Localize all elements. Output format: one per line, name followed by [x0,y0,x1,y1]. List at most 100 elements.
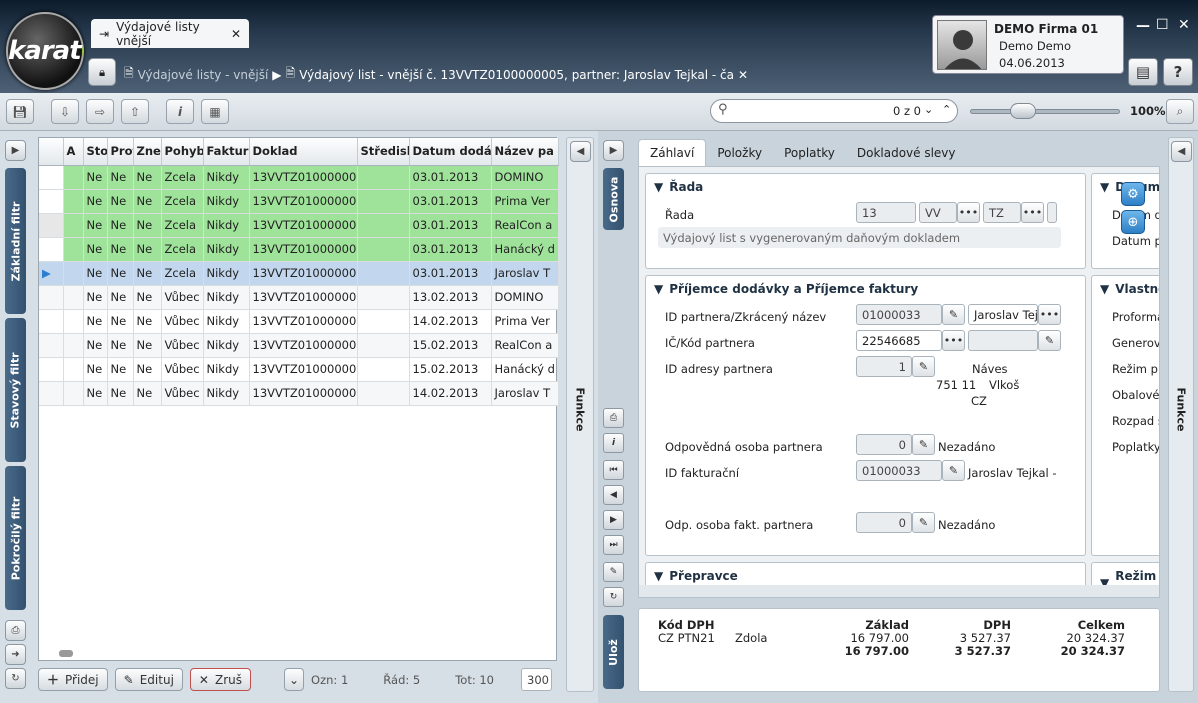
detail-h-scroll[interactable] [639,585,1159,597]
first-record-button[interactable]: ⏮ [603,460,624,480]
collapse-right-button[interactable]: ◀ [1171,141,1192,162]
column-header[interactable]: Středisko [357,138,410,166]
layout-button[interactable]: ▤ [1128,58,1158,86]
collapse-left-button[interactable]: ◀ [570,141,591,162]
rada-year-input[interactable]: 13 [856,202,916,223]
partner-id-input[interactable]: 01000033 [856,304,942,325]
address-id-input[interactable]: 1 [856,356,912,377]
row-marker[interactable] [39,381,64,406]
edit-button[interactable]: ✎ Edituj [114,668,183,691]
info-button[interactable]: i [166,99,194,124]
report-button[interactable]: ▦ [201,99,229,124]
partner-id-edit[interactable]: ✎ [942,304,965,325]
row-marker[interactable] [39,189,64,214]
zoom-reset-button[interactable]: ⌕ [1166,99,1194,124]
row-marker[interactable] [39,285,64,310]
row-marker[interactable] [39,357,64,382]
tab-polozky[interactable]: Položky [706,139,773,166]
partner-code-edit[interactable]: ✎ [1038,330,1061,351]
rada-type-lookup[interactable]: ••• [957,202,980,223]
refresh-record-button[interactable]: ↻ [603,587,624,607]
next-record-button[interactable]: ▶ [603,510,624,530]
edit-record-button[interactable]: ✎ [603,562,624,582]
table-row[interactable]: NeNeNeVůbecNikdy13VVTZ010000000815.02.20… [39,333,559,358]
tab-poplatky[interactable]: Poplatky [773,139,846,166]
save-record-tab[interactable]: Ulož [603,615,624,689]
collapse-rada-icon[interactable]: ▼ [654,180,663,194]
breadcrumb-document[interactable]: Výdajový list - vnější č. 13VVTZ01000000… [299,68,734,82]
save-tool-button[interactable]: 💾︎ [6,99,34,124]
page-size-input[interactable]: 300 [521,668,552,691]
column-header[interactable]: Datum dodávk [409,138,492,166]
column-header[interactable]: Pohyb [161,138,204,166]
grid-h-scroll[interactable] [59,650,73,657]
funkce-panel-right[interactable]: ◀ Funkce [1168,137,1194,692]
cancel-button[interactable]: ✕ Zruš [189,668,251,691]
column-header[interactable]: Doklad [249,138,358,166]
column-header[interactable] [39,138,64,166]
filter-basic[interactable]: Základní filtr [5,168,26,314]
breadcrumb-list[interactable]: Výdajové listy - vnější [138,68,269,82]
settings-float-button[interactable]: ⚙ [1121,182,1145,206]
minimize-button[interactable]: — [1136,18,1150,34]
table-row[interactable]: NeNeNeZcelaNikdy13VVTZ010000000303.01.20… [39,213,559,238]
row-marker[interactable] [39,309,64,334]
invoice-id-input[interactable]: 01000033 [856,460,942,481]
export-button[interactable]: ⇧ [121,99,149,124]
help-button[interactable]: ? [1163,58,1193,86]
last-record-button[interactable]: ⏭ [603,535,624,555]
table-row[interactable]: NeNeNeVůbecNikdy13VVTZ010000000613.02.20… [39,285,559,310]
close-tab-icon[interactable]: ✕ [231,27,241,41]
ic-input[interactable]: 22546685 [856,330,942,351]
table-row[interactable]: NeNeNeZcelaNikdy13VVTZ010000000203.01.20… [39,189,559,214]
refresh-left-button[interactable]: ↻ [5,668,26,689]
table-row[interactable]: NeNeNeZcelaNikdy13VVTZ010000000403.01.20… [39,237,559,262]
partner-name-lookup[interactable]: ••• [1038,304,1061,325]
prev-record-button[interactable]: ◀ [603,485,624,505]
filter-advanced[interactable]: Pokročilý filtr [5,466,26,610]
address-id-edit[interactable]: ✎ [912,356,935,377]
table-row[interactable]: NeNeNeVůbecNikdy13VVTZ010000001014.02.20… [39,381,559,406]
search-box[interactable]: ⚲ 0 z 0 ⌄ ⌃ [710,99,958,123]
collapse-prijemce-icon[interactable]: ▼ [654,282,663,296]
table-row[interactable]: ▶NeNeNeZcelaNikdy13VVTZ010000000503.01.2… [39,261,559,286]
rada-extra-input[interactable] [1047,202,1057,223]
close-window-button[interactable]: ✕ [1178,17,1190,33]
osnova-tab[interactable]: Osnova [603,168,624,230]
row-marker[interactable] [39,333,64,358]
print-left-button[interactable]: ⎙ [5,620,26,641]
invoice-id-edit[interactable]: ✎ [942,460,965,481]
row-marker[interactable] [39,237,64,262]
search-next-icon[interactable]: ⌄ [924,103,933,116]
column-header[interactable]: A [63,138,84,166]
table-row[interactable]: NeNeNeVůbecNikdy13VVTZ010000000915.02.20… [39,357,559,382]
rada-type-input[interactable]: VV [919,202,957,223]
column-header[interactable]: Prof [107,138,134,166]
partner-code-input[interactable] [968,330,1038,351]
column-header[interactable]: Fakturc [203,138,250,166]
info-right-button[interactable]: i [603,433,624,453]
transfer-button[interactable]: ⇨ [86,99,114,124]
ic-lookup[interactable]: ••• [942,330,965,351]
add-button[interactable]: ＋ Přidej [38,668,108,691]
expand-right-button[interactable]: ▶ [603,140,624,161]
collapse-datum-icon[interactable]: ▼ [1100,180,1109,194]
resp-person-input[interactable]: 0 [856,434,912,455]
row-marker[interactable] [39,213,64,238]
table-row[interactable]: NeNeNeZcelaNikdy13VVTZ010000000103.01.20… [39,165,559,190]
collapse-vlastnosti-icon[interactable]: ▼ [1100,282,1109,296]
expand-left-button[interactable]: ▶ [5,140,26,161]
dropdown-button[interactable]: ⌄ [283,668,305,691]
table-row[interactable]: NeNeNeVůbecNikdy13VVTZ010000000714.02.20… [39,309,559,334]
maximize-button[interactable]: ☐ [1156,17,1169,33]
column-header[interactable]: Sto [83,138,108,166]
collapse-prepravce-icon[interactable]: ▼ [654,569,663,583]
search-prev-icon[interactable]: ⌃ [942,103,951,116]
invoice-resp-input[interactable]: 0 [856,512,912,533]
rada-series-input[interactable]: TZ [983,202,1021,223]
row-marker[interactable]: ▶ [39,261,64,286]
partner-name-input[interactable]: Jaroslav Tejl [968,304,1038,325]
document-tab[interactable]: ⇥ Výdajové listy vnější ✕ [91,19,249,48]
column-header[interactable]: Název pa [491,138,559,166]
row-marker[interactable] [39,165,64,190]
